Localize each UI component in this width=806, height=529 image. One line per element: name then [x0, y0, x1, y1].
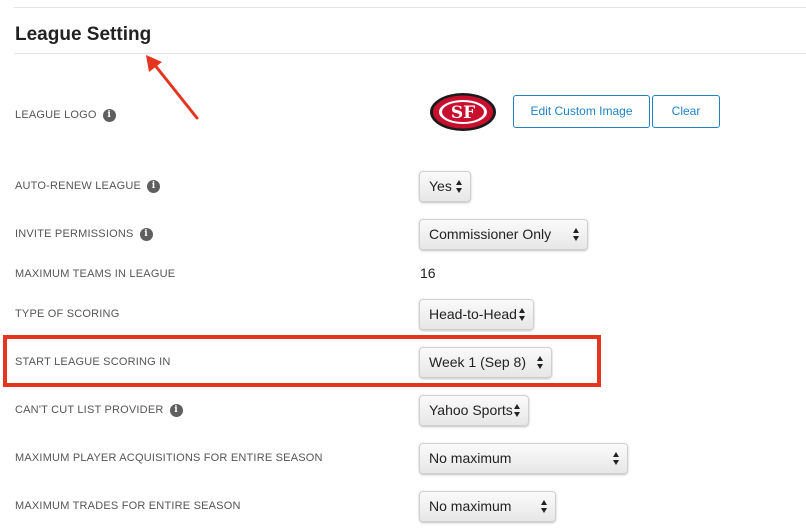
cant-cut-row: CAN'T CUT LIST PROVIDER i	[15, 402, 183, 418]
clear-logo-button[interactable]: Clear	[652, 95, 720, 128]
max-trades-select[interactable]: No maximum	[419, 491, 556, 522]
auto-renew-value: Yes	[429, 178, 452, 194]
select-arrows-icon	[541, 500, 548, 513]
max-trades-row: MAXIMUM TRADES FOR ENTIRE SEASON	[15, 498, 241, 514]
invite-permissions-label: INVITE PERMISSIONS	[15, 228, 134, 240]
max-acquisitions-value: No maximum	[429, 450, 512, 466]
title-divider	[14, 53, 806, 54]
info-icon[interactable]: i	[139, 227, 153, 241]
info-icon[interactable]: i	[102, 108, 116, 122]
scoring-type-row: TYPE OF SCORING	[15, 306, 119, 322]
invite-permissions-select[interactable]: Commissioner Only	[419, 219, 588, 250]
scoring-type-value: Head-to-Head	[429, 306, 517, 322]
select-arrows-icon	[519, 308, 526, 321]
max-teams-value: 16	[420, 265, 436, 281]
max-trades-label: MAXIMUM TRADES FOR ENTIRE SEASON	[15, 500, 241, 512]
select-arrows-icon	[573, 228, 580, 241]
max-acquisitions-label: MAXIMUM PLAYER ACQUISITIONS FOR ENTIRE S…	[15, 452, 323, 464]
edit-custom-image-button[interactable]: Edit Custom Image	[513, 95, 650, 128]
max-trades-value: No maximum	[429, 498, 512, 514]
info-icon[interactable]: i	[169, 403, 183, 417]
top-divider	[14, 7, 806, 8]
scoring-type-select[interactable]: Head-to-Head	[419, 299, 534, 330]
max-teams-row: MAXIMUM TEAMS IN LEAGUE	[15, 266, 175, 282]
scoring-type-label: TYPE OF SCORING	[15, 308, 120, 320]
select-arrows-icon	[514, 404, 521, 417]
cant-cut-label: CAN'T CUT LIST PROVIDER	[15, 404, 164, 416]
auto-renew-label: AUTO-RENEW LEAGUE	[15, 180, 142, 192]
svg-text:SF: SF	[451, 103, 475, 123]
info-icon[interactable]: i	[147, 179, 161, 193]
team-logo-image: SF	[430, 93, 496, 131]
max-acquisitions-row: MAXIMUM PLAYER ACQUISITIONS FOR ENTIRE S…	[15, 450, 323, 466]
section-title: League Setting	[15, 24, 152, 45]
select-arrows-icon	[613, 452, 620, 465]
cant-cut-select[interactable]: Yahoo Sports	[419, 395, 529, 426]
auto-renew-row: AUTO-RENEW LEAGUE i	[15, 178, 161, 194]
auto-renew-select[interactable]: Yes	[419, 171, 471, 202]
cant-cut-value: Yahoo Sports	[429, 402, 513, 418]
annotation-highlight-box	[3, 335, 601, 387]
max-acquisitions-select[interactable]: No maximum	[419, 443, 628, 474]
league-logo-row: LEAGUE LOGO i	[15, 107, 116, 123]
select-arrows-icon	[456, 180, 463, 193]
max-teams-label: MAXIMUM TEAMS IN LEAGUE	[15, 268, 176, 280]
league-logo-label: LEAGUE LOGO	[15, 109, 97, 121]
invite-permissions-row: INVITE PERMISSIONS i	[15, 226, 153, 242]
invite-permissions-value: Commissioner Only	[429, 226, 552, 242]
